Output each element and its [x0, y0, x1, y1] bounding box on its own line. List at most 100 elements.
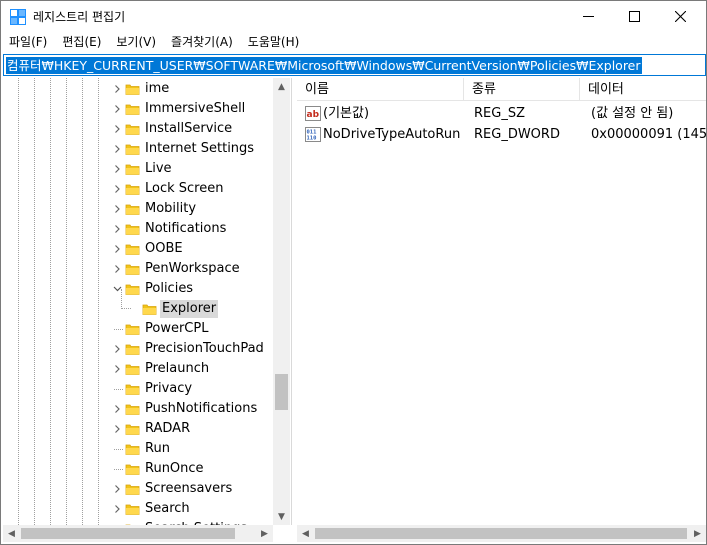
- tree-connector-line: [114, 329, 123, 330]
- folder-icon: [125, 122, 140, 136]
- chevron-right-icon[interactable]: [111, 262, 123, 276]
- menu-help[interactable]: 도움말(H): [241, 32, 308, 53]
- tree-vertical-scrollbar[interactable]: ▲ ▼: [273, 78, 290, 525]
- tree-connector-line: [114, 469, 123, 470]
- binary-value-icon: 011 110: [305, 127, 321, 142]
- tree-item[interactable]: Notifications: [3, 219, 275, 239]
- tree-item[interactable]: Mobility: [3, 199, 275, 219]
- tree-item[interactable]: Screensavers: [3, 479, 275, 499]
- svg-text:ab: ab: [307, 110, 320, 120]
- folder-icon: [125, 382, 140, 396]
- chevron-right-icon[interactable]: [111, 362, 123, 376]
- close-button[interactable]: [657, 1, 703, 32]
- menu-view[interactable]: 보기(V): [109, 32, 164, 53]
- chevron-right-icon[interactable]: [111, 242, 123, 256]
- maximize-icon: [628, 11, 640, 22]
- scroll-up-icon[interactable]: ▲: [273, 78, 290, 95]
- scroll-left-icon[interactable]: ◀: [3, 525, 20, 542]
- folder-icon: [125, 182, 140, 196]
- chevron-right-icon[interactable]: [111, 202, 123, 216]
- tree-item[interactable]: ime: [3, 79, 275, 99]
- minimize-button[interactable]: [565, 1, 611, 32]
- column-header-name[interactable]: 이름: [297, 78, 464, 101]
- tree-horizontal-scroll-thumb[interactable]: [21, 528, 235, 539]
- address-bar[interactable]: 컴퓨터₩HKEY_CURRENT_USER₩SOFTWARE₩Microsoft…: [3, 54, 706, 76]
- chevron-right-icon[interactable]: [111, 342, 123, 356]
- svg-text:110: 110: [307, 136, 317, 142]
- value-row[interactable]: 011 110 NoDriveTypeAutoRun REG_DWORD 0x0…: [297, 124, 706, 145]
- list-horizontal-scrollbar[interactable]: ◀ ▶: [297, 525, 706, 542]
- chevron-right-icon[interactable]: [111, 422, 123, 436]
- folder-icon: [125, 82, 140, 96]
- tree-item[interactable]: Explorer: [3, 289, 275, 319]
- tree-item-label: Screensavers: [145, 481, 233, 496]
- tree-item-label: ime: [145, 81, 170, 96]
- title-bar[interactable]: 레지스트리 편집기: [1, 1, 706, 32]
- scroll-right-icon[interactable]: ▶: [689, 525, 706, 542]
- folder-icon: [125, 242, 140, 256]
- tree-item[interactable]: ImmersiveShell: [3, 99, 275, 119]
- tree-vertical-scroll-thumb[interactable]: [275, 374, 288, 410]
- tree-item[interactable]: PrecisionTouchPad: [3, 339, 275, 359]
- tree-item-label: Explorer: [160, 300, 219, 318]
- folder-icon: [125, 362, 140, 376]
- menu-favorites[interactable]: 즐겨찾기(A): [164, 32, 241, 53]
- list-horizontal-scroll-thumb[interactable]: [315, 528, 687, 539]
- tree-horizontal-scrollbar[interactable]: ◀ ▶: [3, 525, 273, 542]
- tree-item[interactable]: RADAR: [3, 419, 275, 439]
- chevron-right-icon[interactable]: [111, 82, 123, 96]
- column-header-data[interactable]: 데이터: [580, 78, 706, 101]
- folder-icon: [125, 502, 140, 516]
- registry-editor-window: 레지스트리 편집기 파일(F) 편집(E) 보기(V) 즐겨찾기(A) 도움말(…: [0, 0, 707, 545]
- tree-item[interactable]: Policies: [3, 279, 275, 299]
- list-header: 이름 종류 데이터: [297, 78, 706, 101]
- chevron-right-icon[interactable]: [111, 142, 123, 156]
- column-header-type[interactable]: 종류: [464, 78, 580, 101]
- chevron-right-icon[interactable]: [111, 222, 123, 236]
- tree-item-label: PushNotifications: [145, 401, 258, 416]
- tree-item[interactable]: Internet Settings: [3, 139, 275, 159]
- menu-file[interactable]: 파일(F): [1, 32, 55, 53]
- value-type: REG_SZ: [474, 106, 525, 121]
- value-name: (기본값): [323, 106, 370, 121]
- folder-icon: [125, 442, 140, 456]
- minimize-icon: [582, 16, 594, 17]
- tree-connector-line: [114, 449, 123, 450]
- scroll-down-icon[interactable]: ▼: [273, 508, 290, 525]
- close-icon: [674, 11, 686, 22]
- tree-item[interactable]: Search: [3, 499, 275, 519]
- scroll-left-icon[interactable]: ◀: [297, 525, 314, 542]
- tree-item[interactable]: Live: [3, 159, 275, 179]
- maximize-button[interactable]: [611, 1, 657, 32]
- tree-item[interactable]: PushNotifications: [3, 399, 275, 419]
- tree-item-label: PenWorkspace: [145, 261, 240, 276]
- address-path[interactable]: 컴퓨터₩HKEY_CURRENT_USER₩SOFTWARE₩Microsoft…: [6, 57, 642, 74]
- chevron-right-icon[interactable]: [111, 502, 123, 516]
- tree-item[interactable]: PowerCPL: [3, 319, 275, 339]
- value-row[interactable]: ab (기본값) REG_SZ (값 설정 안 됨): [297, 103, 706, 124]
- tree-item[interactable]: Privacy: [3, 379, 275, 399]
- tree-item[interactable]: PenWorkspace: [3, 259, 275, 279]
- tree-item-label: PowerCPL: [145, 321, 209, 336]
- folder-icon: [125, 422, 140, 436]
- chevron-right-icon[interactable]: [111, 162, 123, 176]
- tree-item[interactable]: InstallService: [3, 119, 275, 139]
- tree-item[interactable]: Prelaunch: [3, 359, 275, 379]
- chevron-right-icon[interactable]: [111, 402, 123, 416]
- chevron-right-icon[interactable]: [111, 482, 123, 496]
- tree-item-label: RADAR: [145, 421, 191, 436]
- scroll-right-icon[interactable]: ▶: [256, 525, 273, 542]
- chevron-right-icon[interactable]: [111, 102, 123, 116]
- tree-item[interactable]: OOBE: [3, 239, 275, 259]
- tree-item-label: Privacy: [145, 381, 193, 396]
- folder-icon: [125, 402, 140, 416]
- folder-icon: [125, 462, 140, 476]
- value-list-pane: 이름 종류 데이터 ab (기본값) REG_SZ (값 설정 안 됨) 011…: [297, 78, 706, 525]
- chevron-right-icon[interactable]: [111, 182, 123, 196]
- tree-item[interactable]: RunOnce: [3, 459, 275, 479]
- menu-edit[interactable]: 편집(E): [55, 32, 109, 53]
- tree-item[interactable]: Lock Screen: [3, 179, 275, 199]
- tree-item-label: Policies: [145, 281, 194, 296]
- tree-item[interactable]: Run: [3, 439, 275, 459]
- chevron-right-icon[interactable]: [111, 122, 123, 136]
